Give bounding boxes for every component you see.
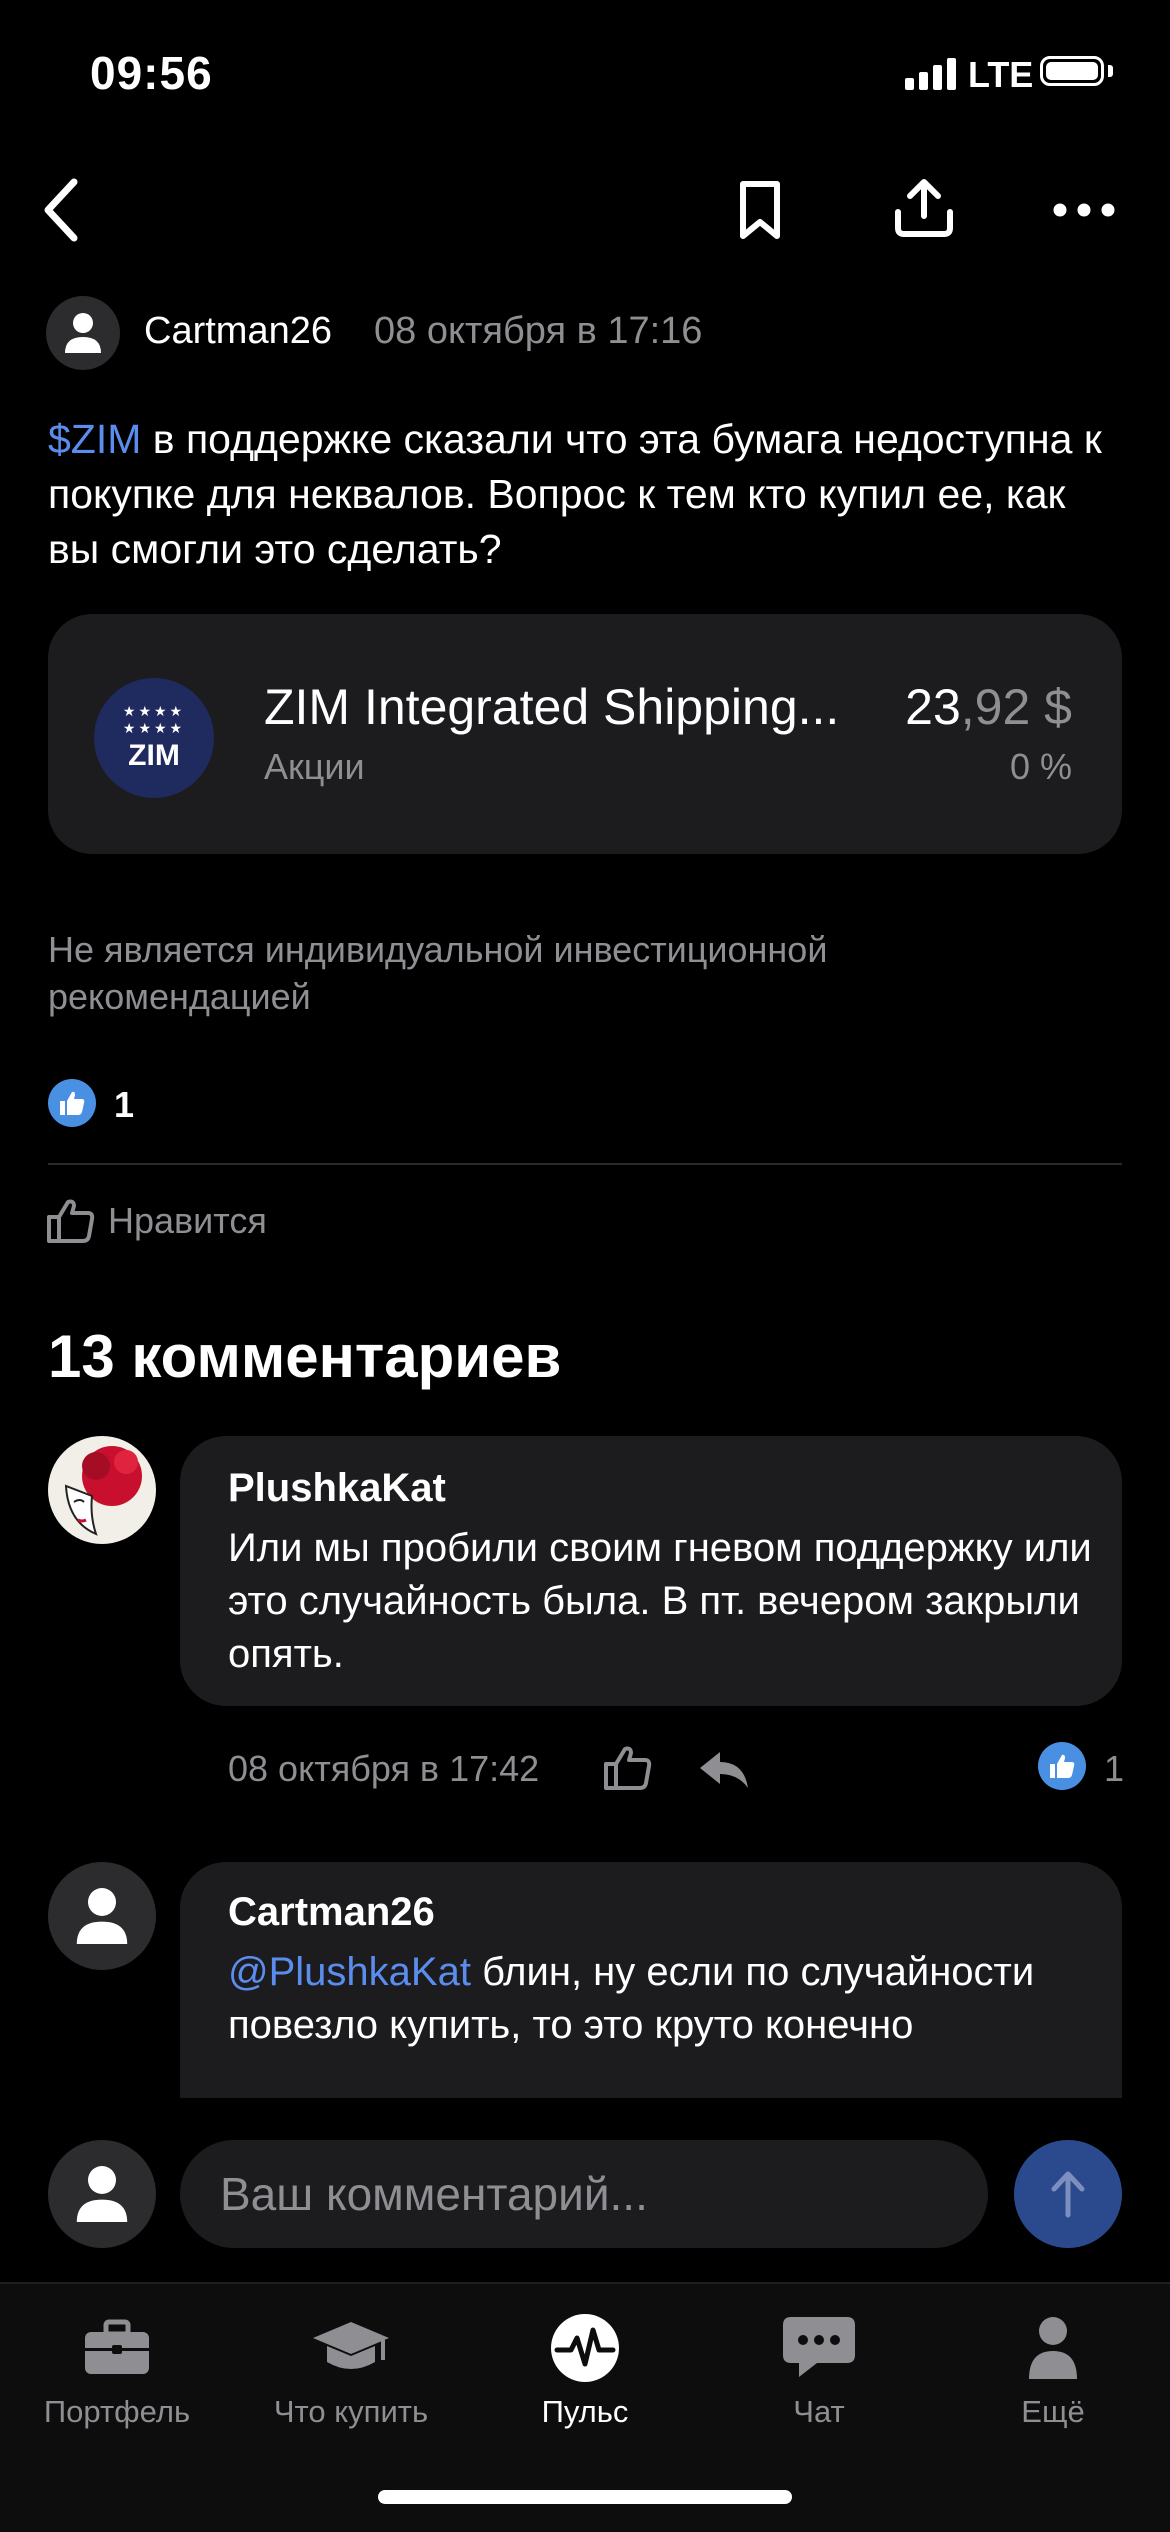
share-button[interactable]	[884, 168, 964, 248]
tab-label: Что купить	[273, 2394, 429, 2429]
avatar-illustration	[64, 1446, 142, 1536]
current-user-avatar	[48, 2140, 156, 2248]
reply-icon	[700, 1752, 748, 1788]
like-button-label: Нравится	[108, 1200, 267, 1241]
comment-input-placeholder: Ваш комментарий...	[220, 2168, 648, 2220]
comment-date: 08 октября в 17:42	[228, 1748, 540, 1789]
post-body: в поддержке сказали что эта бумага недос…	[48, 416, 1102, 572]
comment-author[interactable]: PlushkaKat	[228, 1466, 446, 1511]
signal-icon	[905, 58, 956, 90]
status-time: 09:56	[90, 47, 213, 99]
thumbs-up-icon	[47, 1199, 95, 1243]
comment-author-avatar[interactable]	[48, 1436, 156, 1544]
person-icon	[1029, 2317, 1077, 2379]
ticker-link[interactable]: $ZIM	[48, 416, 141, 462]
back-button[interactable]	[20, 170, 100, 250]
battery-icon	[1040, 56, 1104, 86]
like-button[interactable]: Нравится	[46, 1198, 267, 1244]
user-icon	[65, 313, 101, 353]
network-label: LTE	[968, 54, 1034, 95]
logo-text: ZIM	[128, 739, 180, 772]
tab-label: Портфель	[43, 2394, 191, 2429]
bookmark-button[interactable]	[720, 170, 800, 250]
comment-input-bar: Ваш комментарий...	[0, 2098, 1170, 2288]
tab-label: Ещё	[1021, 2394, 1085, 2429]
battery-cap	[1108, 65, 1113, 77]
pulse-icon	[551, 2314, 619, 2382]
instrument-price: 23,92 $	[905, 678, 1072, 736]
comment-text: @PlushkaKat блин, ну если по случайности…	[228, 1946, 1088, 2052]
comment-like-button[interactable]	[596, 1738, 660, 1798]
more-button[interactable]	[1044, 170, 1124, 250]
tab-label: Пульс	[541, 2394, 629, 2429]
thumbs-up-icon	[604, 1746, 652, 1790]
comments-title: 13 комментариев	[48, 1323, 562, 1390]
arrow-up-icon	[1051, 2171, 1085, 2218]
post-author-name[interactable]: Cartman26	[144, 310, 332, 353]
comment-text: Или мы пробили своим гневом поддержку ил…	[228, 1526, 1092, 1676]
instrument-name: ZIM Integrated Shipping...	[264, 679, 840, 735]
logo-stars: ★★★★ ★★★★	[122, 703, 186, 736]
home-indicator	[378, 2490, 792, 2504]
more-dots-icon	[1053, 203, 1115, 217]
tab-more[interactable]: Ещё	[936, 2284, 1170, 2434]
send-button[interactable]	[1014, 2140, 1122, 2248]
post-text: $ZIM в поддержке сказали что эта бумага …	[48, 412, 1118, 577]
status-bar: 09:56 LTE	[0, 0, 1170, 150]
tab-portfolio[interactable]: Портфель	[0, 2284, 234, 2434]
user-icon	[76, 2166, 128, 2222]
bookmark-icon	[740, 181, 780, 239]
user-icon	[76, 1888, 128, 1944]
graduation-cap-icon	[313, 2322, 389, 2369]
briefcase-icon	[85, 2319, 149, 2374]
instrument-change: 0 %	[1009, 746, 1072, 787]
share-icon	[895, 179, 953, 237]
likes-count: 1	[114, 1084, 135, 1125]
like-badge-icon	[48, 1079, 96, 1127]
comment-author[interactable]: Cartman26	[228, 1890, 435, 1935]
tab-pulse[interactable]: Пульс	[468, 2284, 702, 2434]
post-author-avatar[interactable]	[46, 296, 120, 370]
tab-what-to-buy[interactable]: Что купить	[234, 2284, 468, 2434]
tab-chat[interactable]: Чат	[702, 2284, 936, 2434]
price-fraction: ,92 $	[960, 679, 1072, 735]
zim-logo: ★★★★ ★★★★ ZIM	[94, 678, 214, 798]
price-integer: 23	[905, 679, 961, 735]
mention-link[interactable]: @PlushkaKat	[228, 1950, 471, 1994]
chat-icon	[783, 2317, 855, 2377]
comment-likes-count: 1	[1104, 1748, 1125, 1789]
comment-like-badge-icon	[1038, 1742, 1086, 1790]
comment-reply-button[interactable]	[692, 1740, 756, 1800]
divider	[48, 1163, 1122, 1165]
comment-item: Cartman26 @PlushkaKat блин, ну если по с…	[0, 1860, 1170, 2100]
comment-author-avatar[interactable]	[48, 1862, 156, 1970]
post-date: 08 октября в 17:16	[374, 310, 703, 352]
comment-input[interactable]: Ваш комментарий...	[180, 2140, 988, 2248]
instrument-type: Акции	[264, 746, 365, 787]
tab-label: Чат	[793, 2394, 845, 2429]
chevron-left-icon	[44, 178, 78, 242]
disclaimer: Не является индивидуальной инвестиционно…	[48, 929, 828, 1017]
